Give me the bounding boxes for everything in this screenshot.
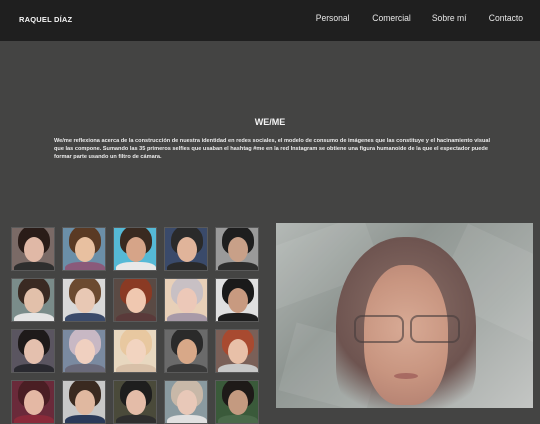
- nav-item-personal[interactable]: Personal: [316, 13, 350, 24]
- selfie-thumbnail[interactable]: [164, 227, 208, 271]
- selfie-thumbnail[interactable]: [62, 278, 106, 322]
- project-description: We/me reflexiona acerca de la construcci…: [54, 138, 491, 160]
- project-title: WE/ME: [254, 117, 286, 127]
- main-nav: Personal Comercial Sobre mí Contacto: [312, 13, 523, 24]
- nav-item-comercial[interactable]: Comercial: [372, 13, 410, 24]
- selfie-thumbnail[interactable]: [113, 329, 157, 373]
- selfie-thumbnail[interactable]: [11, 329, 55, 373]
- selfie-thumbnail[interactable]: [11, 227, 55, 271]
- selfie-thumbnail[interactable]: [164, 329, 208, 373]
- selfie-thumbnail[interactable]: [215, 380, 259, 424]
- top-navigation-bar: RAQUEL DÍAZ Personal Comercial Sobre mí …: [0, 0, 540, 41]
- selfie-thumbnail[interactable]: [215, 329, 259, 373]
- selfie-thumbnail[interactable]: [215, 227, 259, 271]
- selfie-thumbnail[interactable]: [164, 278, 208, 322]
- selfie-thumbnail[interactable]: [62, 329, 106, 373]
- nav-item-contacto[interactable]: Contacto: [489, 13, 523, 24]
- selfie-thumbnail[interactable]: [113, 227, 157, 271]
- composite-portrait-image[interactable]: [276, 223, 533, 408]
- selfie-thumbnail[interactable]: [62, 227, 106, 271]
- composite-mouth: [394, 373, 418, 379]
- site-logo[interactable]: RAQUEL DÍAZ: [19, 15, 72, 24]
- selfie-thumbnail[interactable]: [11, 278, 55, 322]
- selfie-thumbnail[interactable]: [113, 380, 157, 424]
- selfie-thumbnail[interactable]: [11, 380, 55, 424]
- selfie-thumbnail[interactable]: [62, 380, 106, 424]
- selfie-thumbnail[interactable]: [113, 278, 157, 322]
- selfie-thumbnail[interactable]: [164, 380, 208, 424]
- selfie-thumbnail[interactable]: [215, 278, 259, 322]
- nav-item-sobre-mi[interactable]: Sobre mí: [432, 13, 467, 24]
- composite-glasses: [346, 315, 466, 343]
